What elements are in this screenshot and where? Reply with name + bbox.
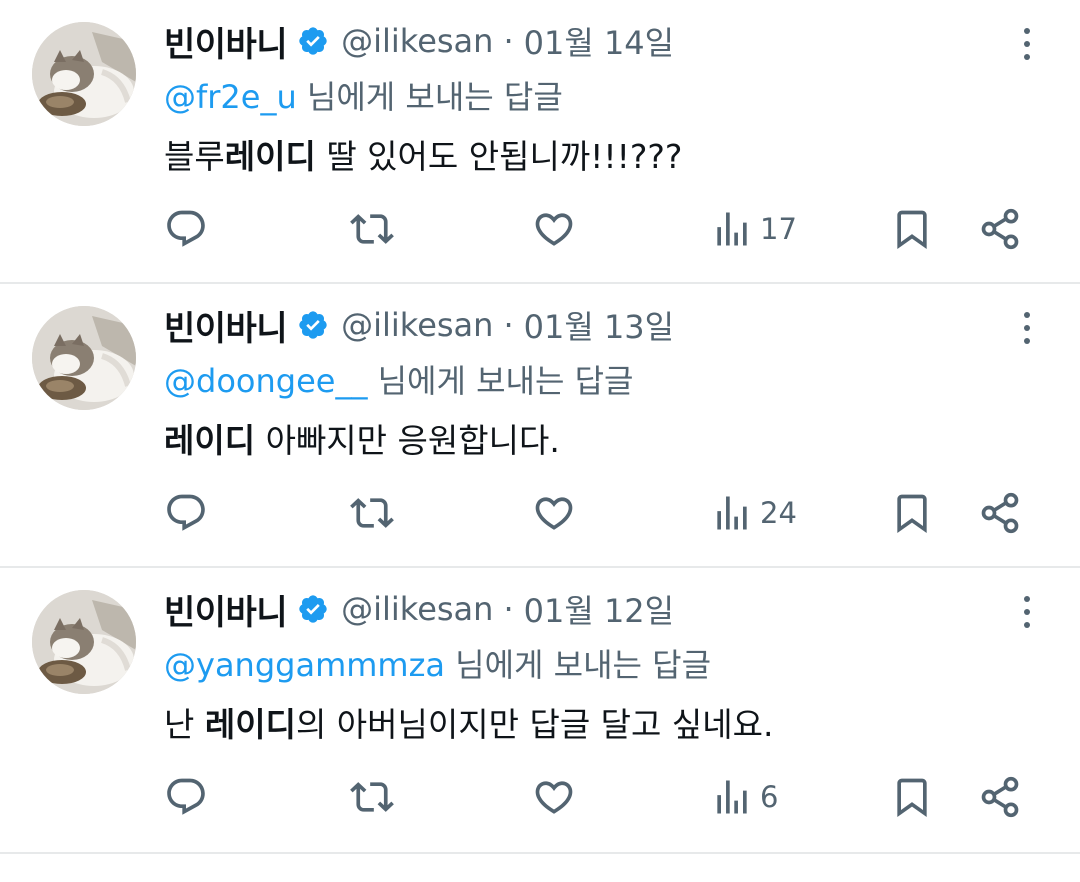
- reply-mention-link[interactable]: @doongee__: [164, 362, 367, 400]
- tweet-actions: 6: [164, 772, 1044, 822]
- bookmark-button[interactable]: [890, 772, 934, 822]
- tweet-text-bold: 레이디: [224, 137, 316, 176]
- display-name[interactable]: 빈이바니: [164, 301, 288, 350]
- share-button[interactable]: [978, 488, 1022, 538]
- reply-mention-link[interactable]: @yanggammmza: [164, 646, 445, 684]
- replying-to: @doongee__ 님에게 보내는 답글: [164, 356, 633, 402]
- more-vertical-icon[interactable]: [1012, 24, 1042, 64]
- like-button[interactable]: [532, 772, 576, 822]
- views-icon: [717, 496, 747, 530]
- tweet-text-pre: 난: [164, 705, 205, 744]
- reply-icon: [167, 778, 205, 815]
- user-handle[interactable]: @ilikesan: [341, 590, 493, 628]
- retweet-icon: [350, 214, 394, 244]
- reply-suffix: 님에게 보내는 답글: [367, 362, 634, 400]
- tweet-date[interactable]: 01월 13일: [524, 302, 675, 348]
- retweet-icon: [350, 782, 394, 812]
- reply-mention-link[interactable]: @fr2e_u: [164, 78, 297, 116]
- heart-icon: [535, 497, 573, 530]
- separator-dot: ·: [503, 22, 514, 60]
- reply-button[interactable]: [164, 204, 208, 254]
- tweet-header: 빈이바니 @ilikesan · 01월 13일: [164, 300, 674, 350]
- share-icon: [981, 492, 1019, 534]
- heart-icon: [535, 213, 573, 246]
- tweet-date[interactable]: 01월 12일: [524, 586, 675, 632]
- heart-icon: [535, 781, 573, 814]
- reply-icon: [167, 210, 205, 247]
- retweet-icon: [350, 498, 394, 528]
- avatar[interactable]: [32, 590, 136, 694]
- bookmark-button[interactable]: [890, 204, 934, 254]
- tweet[interactable]: 빈이바니 @ilikesan · 01월 12일 @yanggammmza 님에…: [0, 568, 1080, 854]
- avatar[interactable]: [32, 22, 136, 126]
- bookmark-icon: [897, 778, 927, 818]
- reply-button[interactable]: [164, 488, 208, 538]
- separator-dot: ·: [503, 590, 514, 628]
- views-button[interactable]: 17: [710, 204, 797, 254]
- replying-to: @yanggammmza 님에게 보내는 답글: [164, 640, 711, 686]
- tweet-actions: 17: [164, 204, 1044, 254]
- tweet[interactable]: 빈이바니 @ilikesan · 01월 13일 @doongee__ 님에게 …: [0, 284, 1080, 568]
- cat-avatar-icon: [32, 590, 136, 694]
- tweet-header: 빈이바니 @ilikesan · 01월 12일: [164, 584, 674, 634]
- verified-badge-icon: [297, 593, 329, 625]
- bookmark-icon: [897, 210, 927, 250]
- more-vertical-icon[interactable]: [1012, 592, 1042, 632]
- cat-avatar-icon: [32, 22, 136, 126]
- tweet-text: 난 레이디의 아버님이지만 답글 달고 싶네요.: [164, 698, 773, 746]
- replying-to: @fr2e_u 님에게 보내는 답글: [164, 72, 563, 118]
- reply-button[interactable]: [164, 772, 208, 822]
- share-icon: [981, 208, 1019, 250]
- verified-badge-icon: [297, 25, 329, 57]
- views-count: 6: [760, 780, 779, 814]
- tweet-header: 빈이바니 @ilikesan · 01월 14일: [164, 16, 674, 66]
- views-icon: [717, 780, 747, 814]
- retweet-button[interactable]: [350, 204, 394, 254]
- views-count: 24: [760, 496, 797, 530]
- verified-badge-icon: [297, 309, 329, 341]
- tweet-text: 레이디 아빠지만 응원합니다.: [164, 414, 560, 462]
- reply-feed: 빈이바니 @ilikesan · 01월 14일 @fr2e_u 님에게 보내는…: [0, 0, 1080, 854]
- tweet-text-bold: 레이디: [164, 421, 256, 460]
- avatar[interactable]: [32, 306, 136, 410]
- retweet-button[interactable]: [350, 772, 394, 822]
- tweet-actions: 24: [164, 488, 1044, 538]
- retweet-button[interactable]: [350, 488, 394, 538]
- share-button[interactable]: [978, 772, 1022, 822]
- views-icon: [717, 212, 747, 246]
- tweet-date[interactable]: 01월 14일: [524, 18, 675, 64]
- tweet-text-post: 아빠지만 응원합니다.: [255, 421, 560, 460]
- bookmark-icon: [897, 494, 927, 534]
- like-button[interactable]: [532, 204, 576, 254]
- like-button[interactable]: [532, 488, 576, 538]
- user-handle[interactable]: @ilikesan: [341, 306, 493, 344]
- views-count: 17: [760, 212, 797, 246]
- display-name[interactable]: 빈이바니: [164, 585, 288, 634]
- reply-suffix: 님에게 보내는 답글: [444, 646, 712, 684]
- display-name[interactable]: 빈이바니: [164, 17, 288, 66]
- tweet-text-post: 딸 있어도 안됩니까!!!???: [315, 137, 683, 176]
- separator-dot: ·: [503, 306, 514, 344]
- cat-avatar-icon: [32, 306, 136, 410]
- reply-icon: [167, 494, 205, 531]
- tweet[interactable]: 빈이바니 @ilikesan · 01월 14일 @fr2e_u 님에게 보내는…: [0, 0, 1080, 284]
- more-vertical-icon[interactable]: [1012, 308, 1042, 348]
- tweet-text-pre: 블루: [164, 137, 225, 176]
- share-button[interactable]: [978, 204, 1022, 254]
- reply-suffix: 님에게 보내는 답글: [296, 78, 563, 116]
- bookmark-button[interactable]: [890, 488, 934, 538]
- tweet-text: 블루레이디 딸 있어도 안됩니까!!!???: [164, 130, 682, 178]
- views-button[interactable]: 24: [710, 488, 797, 538]
- tweet-text-post: 의 아버님이지만 답글 달고 싶네요.: [295, 705, 774, 744]
- share-icon: [981, 776, 1019, 818]
- user-handle[interactable]: @ilikesan: [341, 22, 493, 60]
- views-button[interactable]: 6: [710, 772, 778, 822]
- tweet-text-bold: 레이디: [204, 705, 296, 744]
